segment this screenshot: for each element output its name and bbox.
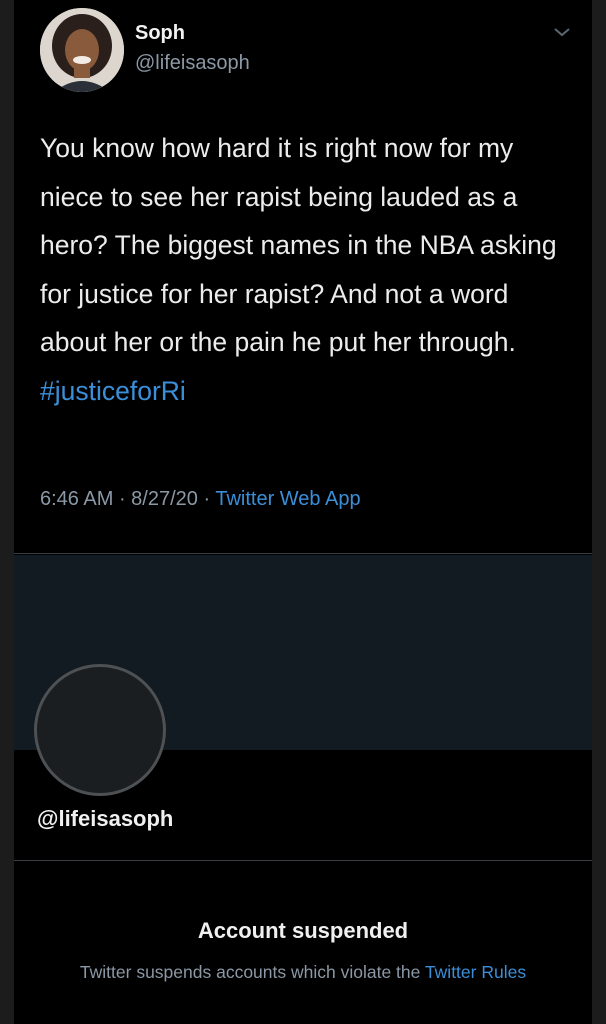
divider [14,860,592,861]
suspension-message: Twitter suspends accounts which violate … [14,962,592,983]
tweet-date[interactable]: 8/27/20 [131,488,198,510]
suspension-text: Twitter suspends accounts which violate … [79,962,425,982]
chevron-down-icon[interactable] [551,24,573,40]
meta-separator: · [113,488,132,510]
tweet-body: You know how hard it is right now for my… [40,133,557,357]
tweet-hashtag-link[interactable]: #justiceforRi [40,367,580,416]
tweet-card[interactable]: Soph @lifeisasoph You know how hard it i… [14,0,592,555]
twitter-screen: Soph @lifeisasoph You know how hard it i… [14,0,592,1024]
author-display-name[interactable]: Soph [135,22,185,45]
tweet-text: You know how hard it is right now for my… [40,124,580,415]
author-photo [40,8,124,92]
twitter-rules-link[interactable]: Twitter Rules [425,962,526,982]
meta-separator: · [197,488,216,510]
tweet-meta: 6:46 AM · 8/27/20 · Twitter Web App [40,488,361,511]
divider [14,553,592,554]
author-avatar[interactable] [40,8,124,92]
tweet-time[interactable]: 6:46 AM [40,488,113,510]
screenshot-frame: Soph @lifeisasoph You know how hard it i… [0,0,606,1024]
profile-handle: @lifeisasoph [37,806,174,831]
profile-avatar-placeholder [34,664,166,796]
author-handle[interactable]: @lifeisasoph [135,52,250,75]
suspension-title: Account suspended [197,918,409,943]
tweet-source-link[interactable]: Twitter Web App [215,488,360,510]
